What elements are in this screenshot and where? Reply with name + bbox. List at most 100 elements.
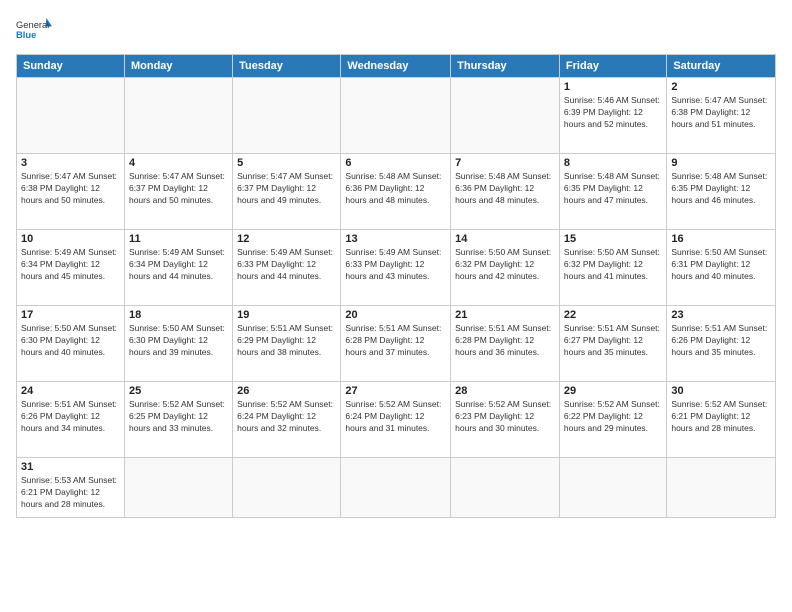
day-number: 28 [455, 385, 555, 397]
day-info: Sunrise: 5:52 AM Sunset: 6:21 PM Dayligh… [671, 399, 771, 435]
svg-text:Blue: Blue [16, 30, 36, 40]
day-info: Sunrise: 5:51 AM Sunset: 6:26 PM Dayligh… [21, 399, 120, 435]
calendar-cell: 7Sunrise: 5:48 AM Sunset: 6:36 PM Daylig… [451, 154, 560, 230]
day-info: Sunrise: 5:50 AM Sunset: 6:31 PM Dayligh… [671, 247, 771, 283]
calendar-cell: 22 Sunrise: 5:51 AM Sunset: 6:27 PM Dayli… [559, 306, 666, 382]
day-info: Sunrise: 5:51 AM Sunset: 6:29 PM Dayligh… [237, 323, 336, 359]
day-number: 1 [564, 81, 662, 93]
calendar-cell [17, 78, 125, 154]
calendar-cell [233, 458, 341, 518]
day-number: 16 [671, 233, 771, 245]
day-number: 20 [345, 309, 446, 321]
calendar-cell: 15Sunrise: 5:50 AM Sunset: 6:32 PM Dayli… [559, 230, 666, 306]
calendar-cell: 19Sunrise: 5:51 AM Sunset: 6:29 PM Dayli… [233, 306, 341, 382]
day-number: 18 [129, 309, 228, 321]
day-number: 13 [345, 233, 446, 245]
calendar-cell: 14 Sunrise: 5:50 AM Sunset: 6:32 PM Dayli… [451, 230, 560, 306]
calendar-cell: 13Sunrise: 5:49 AM Sunset: 6:33 PM Dayli… [341, 230, 451, 306]
week-row-4: 17 Sunrise: 5:50 AM Sunset: 6:30 PM Dayli… [17, 306, 776, 382]
calendar-cell: 16 Sunrise: 5:50 AM Sunset: 6:31 PM Dayli… [667, 230, 776, 306]
day-number: 17 [21, 309, 120, 321]
calendar-cell: 25Sunrise: 5:52 AM Sunset: 6:25 PM Dayli… [124, 382, 232, 458]
calendar-cell [667, 458, 776, 518]
calendar-cell: 30 Sunrise: 5:52 AM Sunset: 6:21 PM Dayli… [667, 382, 776, 458]
day-number: 3 [21, 157, 120, 169]
calendar-cell [233, 78, 341, 154]
day-number: 10 [21, 233, 120, 245]
generalblue-logo-icon: General Blue [16, 16, 52, 44]
week-row-2: 3 Sunrise: 5:47 AM Sunset: 6:38 PM Daylig… [17, 154, 776, 230]
calendar-cell: 5Sunrise: 5:47 AM Sunset: 6:37 PM Daylig… [233, 154, 341, 230]
calendar-cell: 6Sunrise: 5:48 AM Sunset: 6:36 PM Daylig… [341, 154, 451, 230]
calendar-cell: 12 Sunrise: 5:49 AM Sunset: 6:33 PM Dayli… [233, 230, 341, 306]
weekday-header-monday: Monday [124, 55, 232, 78]
calendar-cell: 2Sunrise: 5:47 AM Sunset: 6:38 PM Daylig… [667, 78, 776, 154]
calendar-cell: 9 Sunrise: 5:48 AM Sunset: 6:35 PM Daylig… [667, 154, 776, 230]
day-number: 30 [671, 385, 771, 397]
day-info: Sunrise: 5:52 AM Sunset: 6:24 PM Dayligh… [345, 399, 446, 435]
calendar-cell: 21Sunrise: 5:51 AM Sunset: 6:28 PM Dayli… [451, 306, 560, 382]
calendar-cell: 24 Sunrise: 5:51 AM Sunset: 6:26 PM Dayli… [17, 382, 125, 458]
day-number: 14 [455, 233, 555, 245]
weekday-header-thursday: Thursday [451, 55, 560, 78]
day-number: 24 [21, 385, 120, 397]
calendar-cell: 26 Sunrise: 5:52 AM Sunset: 6:24 PM Dayli… [233, 382, 341, 458]
calendar-cell: 1Sunrise: 5:46 AM Sunset: 6:39 PM Daylig… [559, 78, 666, 154]
day-number: 31 [21, 461, 120, 473]
day-info: Sunrise: 5:47 AM Sunset: 6:37 PM Dayligh… [237, 171, 336, 207]
calendar-cell: 23 Sunrise: 5:51 AM Sunset: 6:26 PM Dayli… [667, 306, 776, 382]
calendar-cell [341, 458, 451, 518]
calendar-cell: 29 Sunrise: 5:52 AM Sunset: 6:22 PM Dayli… [559, 382, 666, 458]
week-row-6: 31 Sunrise: 5:53 AM Sunset: 6:21 PM Dayli… [17, 458, 776, 518]
day-info: Sunrise: 5:50 AM Sunset: 6:32 PM Dayligh… [455, 247, 555, 283]
day-info: Sunrise: 5:52 AM Sunset: 6:24 PM Dayligh… [237, 399, 336, 435]
day-info: Sunrise: 5:51 AM Sunset: 6:26 PM Dayligh… [671, 323, 771, 359]
day-info: Sunrise: 5:50 AM Sunset: 6:30 PM Dayligh… [21, 323, 120, 359]
day-info: Sunrise: 5:49 AM Sunset: 6:34 PM Dayligh… [21, 247, 120, 283]
day-info: Sunrise: 5:48 AM Sunset: 6:35 PM Dayligh… [564, 171, 662, 207]
week-row-5: 24 Sunrise: 5:51 AM Sunset: 6:26 PM Dayli… [17, 382, 776, 458]
day-info: Sunrise: 5:50 AM Sunset: 6:30 PM Dayligh… [129, 323, 228, 359]
day-info: Sunrise: 5:47 AM Sunset: 6:38 PM Dayligh… [671, 95, 771, 131]
day-info: Sunrise: 5:53 AM Sunset: 6:21 PM Dayligh… [21, 475, 120, 511]
logo: General Blue [16, 16, 52, 44]
calendar-cell: 11Sunrise: 5:49 AM Sunset: 6:34 PM Dayli… [124, 230, 232, 306]
weekday-header-row: SundayMondayTuesdayWednesdayThursdayFrid… [17, 55, 776, 78]
day-info: Sunrise: 5:47 AM Sunset: 6:38 PM Dayligh… [21, 171, 120, 207]
weekday-header-sunday: Sunday [17, 55, 125, 78]
calendar-cell: 20 Sunrise: 5:51 AM Sunset: 6:28 PM Dayli… [341, 306, 451, 382]
day-info: Sunrise: 5:52 AM Sunset: 6:23 PM Dayligh… [455, 399, 555, 435]
week-row-3: 10 Sunrise: 5:49 AM Sunset: 6:34 PM Dayli… [17, 230, 776, 306]
day-number: 4 [129, 157, 228, 169]
day-info: Sunrise: 5:52 AM Sunset: 6:22 PM Dayligh… [564, 399, 662, 435]
day-info: Sunrise: 5:47 AM Sunset: 6:37 PM Dayligh… [129, 171, 228, 207]
page: General Blue SundayMondayTuesdayWednesda… [0, 0, 792, 612]
day-info: Sunrise: 5:51 AM Sunset: 6:28 PM Dayligh… [345, 323, 446, 359]
calendar-cell [559, 458, 666, 518]
day-number: 29 [564, 385, 662, 397]
day-number: 25 [129, 385, 228, 397]
day-number: 9 [671, 157, 771, 169]
day-info: Sunrise: 5:50 AM Sunset: 6:32 PM Dayligh… [564, 247, 662, 283]
day-info: Sunrise: 5:49 AM Sunset: 6:33 PM Dayligh… [237, 247, 336, 283]
calendar-cell: 4 Sunrise: 5:47 AM Sunset: 6:37 PM Daylig… [124, 154, 232, 230]
day-number: 8 [564, 157, 662, 169]
day-info: Sunrise: 5:48 AM Sunset: 6:36 PM Dayligh… [345, 171, 446, 207]
day-number: 26 [237, 385, 336, 397]
calendar-cell [124, 78, 232, 154]
calendar-cell: 3 Sunrise: 5:47 AM Sunset: 6:38 PM Daylig… [17, 154, 125, 230]
calendar-cell: 27Sunrise: 5:52 AM Sunset: 6:24 PM Dayli… [341, 382, 451, 458]
header: General Blue [16, 16, 776, 44]
svg-text:General: General [16, 20, 49, 30]
week-row-1: 1Sunrise: 5:46 AM Sunset: 6:39 PM Daylig… [17, 78, 776, 154]
day-number: 23 [671, 309, 771, 321]
weekday-header-saturday: Saturday [667, 55, 776, 78]
day-info: Sunrise: 5:49 AM Sunset: 6:34 PM Dayligh… [129, 247, 228, 283]
day-info: Sunrise: 5:51 AM Sunset: 6:27 PM Dayligh… [564, 323, 662, 359]
day-number: 22 [564, 309, 662, 321]
day-info: Sunrise: 5:48 AM Sunset: 6:35 PM Dayligh… [671, 171, 771, 207]
calendar-cell [341, 78, 451, 154]
calendar-cell: 28 Sunrise: 5:52 AM Sunset: 6:23 PM Dayli… [451, 382, 560, 458]
day-number: 12 [237, 233, 336, 245]
day-number: 21 [455, 309, 555, 321]
